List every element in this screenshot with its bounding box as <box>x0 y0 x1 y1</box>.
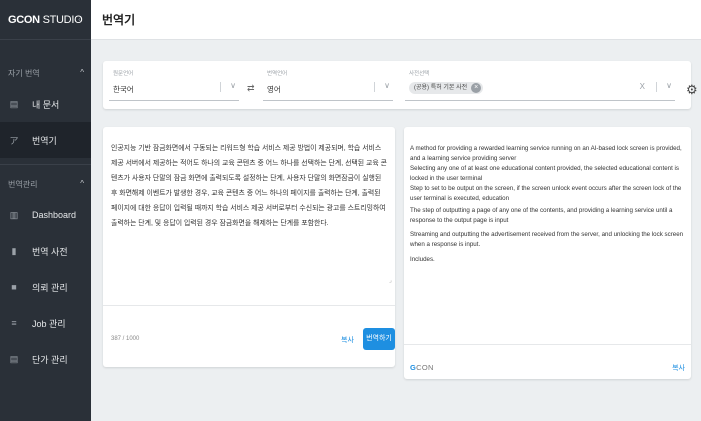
chevron-up-icon: ^ <box>80 179 84 188</box>
sidebar-item-label: Dashboard <box>32 210 77 220</box>
selected-value: 영어 <box>267 85 281 94</box>
sidebar-item-dictionary[interactable]: ▮ 번역 사전 <box>0 233 91 269</box>
translation-line: Includes. <box>410 256 435 263</box>
app-logo: GCON STUDIO <box>8 13 83 26</box>
sidebar-item-jobs[interactable]: ≡ Job 관리 <box>0 305 91 341</box>
sidebar: GCON STUDIO ‹ 자기 번역 ^ ▤ 내 문서 ア 번역기 번역관리 … <box>0 0 91 421</box>
translation-line: The step of outputting a page of any one… <box>410 207 675 224</box>
copy-source-button[interactable]: 복사 <box>341 335 354 345</box>
target-panel: A method for providing a rewarded learni… <box>404 127 691 379</box>
clear-selection-icon[interactable]: X <box>640 82 645 91</box>
price-icon: ▤ <box>9 353 19 364</box>
translation-line: A method for providing a rewarded learni… <box>410 145 684 162</box>
character-count: 387 / 1000 <box>111 336 140 342</box>
page-title: 번역기 <box>102 13 136 27</box>
sidebar-item-translator[interactable]: ア 번역기 <box>0 122 91 158</box>
chevron-up-icon: ^ <box>80 68 84 77</box>
dictionary-icon: ▮ <box>11 245 17 256</box>
sidebar-item-label: 단가 관리 <box>32 354 68 365</box>
chip-label: (공용) 특허 기본 사전 <box>414 85 468 91</box>
divider <box>374 82 375 92</box>
translation-line: Streaming and outputting the advertiseme… <box>410 231 685 248</box>
sidebar-item-label: Job 관리 <box>32 318 66 329</box>
request-icon: ■ <box>11 282 17 292</box>
sidebar-item-label: 내 문서 <box>32 99 60 110</box>
translate-icon: ア <box>9 135 19 146</box>
translate-button[interactable]: 번역하기 <box>363 328 395 350</box>
divider <box>220 82 221 92</box>
source-language-select[interactable]: 원문언어 한국어 ∨ <box>109 69 239 101</box>
remove-chip-icon[interactable]: × <box>471 83 482 93</box>
field-label: 번역언어 <box>267 71 288 77</box>
source-panel: 인공지능 기반 잠금화면에서 구동되는 리워드형 학습 서비스 제공 방법이 제… <box>103 127 395 367</box>
settings-gear-icon[interactable]: ⚙ <box>686 82 698 98</box>
sidebar-item-my-documents[interactable]: ▤ 내 문서 <box>0 86 91 122</box>
footer-logo: GCON <box>410 363 434 372</box>
section-my-translation[interactable]: 자기 번역 ^ <box>0 60 91 86</box>
chevron-down-icon: ∨ <box>384 81 390 90</box>
source-textarea[interactable]: 인공지능 기반 잠금화면에서 구동되는 리워드형 학습 서비스 제공 방법이 제… <box>111 141 387 231</box>
document-icon: ▤ <box>9 98 19 109</box>
translation-line: Selecting any one of at least one educat… <box>410 165 681 182</box>
list-icon: ≡ <box>11 318 17 328</box>
section-label: 자기 번역 <box>8 68 40 78</box>
language-bar: 원문언어 한국어 ∨ ⇄ 번역언어 영어 ∨ 사전선택 (공용) 특허 기본 사… <box>103 61 698 109</box>
dictionary-select[interactable]: 사전선택 (공용) 특허 기본 사전 × X ∨ <box>405 69 675 101</box>
chevron-down-icon: ∨ <box>230 81 236 90</box>
divider <box>0 164 91 165</box>
section-label: 번역관리 <box>8 179 38 189</box>
selected-value: 한국어 <box>113 85 134 94</box>
field-label: 원문언어 <box>113 71 134 77</box>
header: 번역기 <box>91 0 701 40</box>
divider <box>656 82 657 92</box>
sidebar-item-label: 번역기 <box>32 135 57 146</box>
sidebar-item-requests[interactable]: ■ 의뢰 관리 <box>0 269 91 305</box>
sidebar-item-label: 의뢰 관리 <box>32 282 68 293</box>
dictionary-chip[interactable]: (공용) 특허 기본 사전 × <box>409 82 484 94</box>
translation-line: Step to set to be output on the screen, … <box>410 185 684 202</box>
sidebar-item-dashboard[interactable]: ▥ Dashboard <box>0 197 91 233</box>
section-translation-management[interactable]: 번역관리 ^ <box>0 171 91 197</box>
divider <box>404 344 691 345</box>
collapse-sidebar-button[interactable]: ‹ <box>78 14 81 25</box>
copy-translation-button[interactable]: 복사 <box>672 363 685 373</box>
dashboard-icon: ▥ <box>9 209 19 220</box>
divider <box>103 305 395 306</box>
sidebar-item-label: 번역 사전 <box>32 246 68 257</box>
swap-languages-button[interactable]: ⇄ <box>247 83 255 94</box>
target-language-select[interactable]: 번역언어 영어 ∨ <box>263 69 393 101</box>
field-label: 사전선택 <box>409 71 430 77</box>
resize-handle-icon[interactable]: ⌟ <box>389 277 392 284</box>
chevron-down-icon: ∨ <box>666 81 672 90</box>
sidebar-item-pricing[interactable]: ▤ 단가 관리 <box>0 341 91 377</box>
